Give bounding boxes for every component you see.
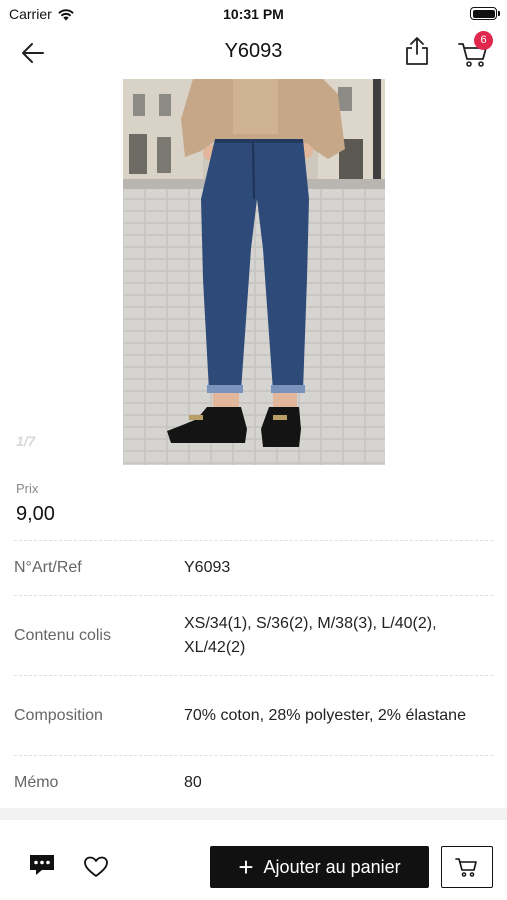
- cart-icon: [455, 858, 477, 877]
- bottom-action-bar: + Ajouter au panier: [0, 820, 507, 900]
- detail-key: Composition: [14, 706, 103, 724]
- share-icon[interactable]: [402, 35, 432, 67]
- price-value: 9,00: [16, 503, 55, 525]
- image-counter: 1/7: [16, 433, 36, 449]
- add-to-cart-button[interactable]: + Ajouter au panier: [210, 846, 429, 888]
- detail-value: 70% coton, 28% polyester, 2% élastane: [184, 706, 466, 724]
- add-to-cart-label: Ajouter au panier: [263, 856, 401, 877]
- detail-row-memo: Mémo 80: [14, 755, 493, 810]
- detail-key: Contenu colis: [14, 626, 111, 644]
- price-label: Prix: [16, 481, 39, 496]
- detail-row-reference: N°Art/Ref Y6093: [14, 540, 493, 595]
- heart-icon[interactable]: [83, 855, 109, 879]
- product-details: N°Art/Ref Y6093 Contenu colis XS/34(1), …: [14, 540, 493, 810]
- detail-value: 80: [184, 774, 202, 791]
- section-divider: [0, 808, 507, 820]
- navigation-bar: Y6093 6: [0, 28, 507, 78]
- battery-icon: [470, 7, 500, 20]
- detail-value: XS/34(1), S/36(2), M/38(3), L/40(2), XL/…: [184, 614, 437, 656]
- product-image[interactable]: [123, 79, 385, 465]
- status-bar: Carrier 10:31 PM: [0, 0, 507, 28]
- cart-shortcut-button[interactable]: [441, 846, 493, 888]
- detail-row-package-content: Contenu colis XS/34(1), S/36(2), M/38(3)…: [14, 595, 493, 675]
- chat-icon[interactable]: [28, 853, 56, 877]
- clock: 10:31 PM: [223, 6, 284, 22]
- cart-count-badge: 6: [474, 31, 493, 50]
- detail-key: Mémo: [14, 774, 59, 791]
- plus-icon: +: [238, 852, 254, 882]
- detail-key: N°Art/Ref: [14, 559, 82, 576]
- detail-value: Y6093: [184, 559, 231, 576]
- detail-row-composition: Composition 70% coton, 28% polyester, 2%…: [14, 675, 493, 755]
